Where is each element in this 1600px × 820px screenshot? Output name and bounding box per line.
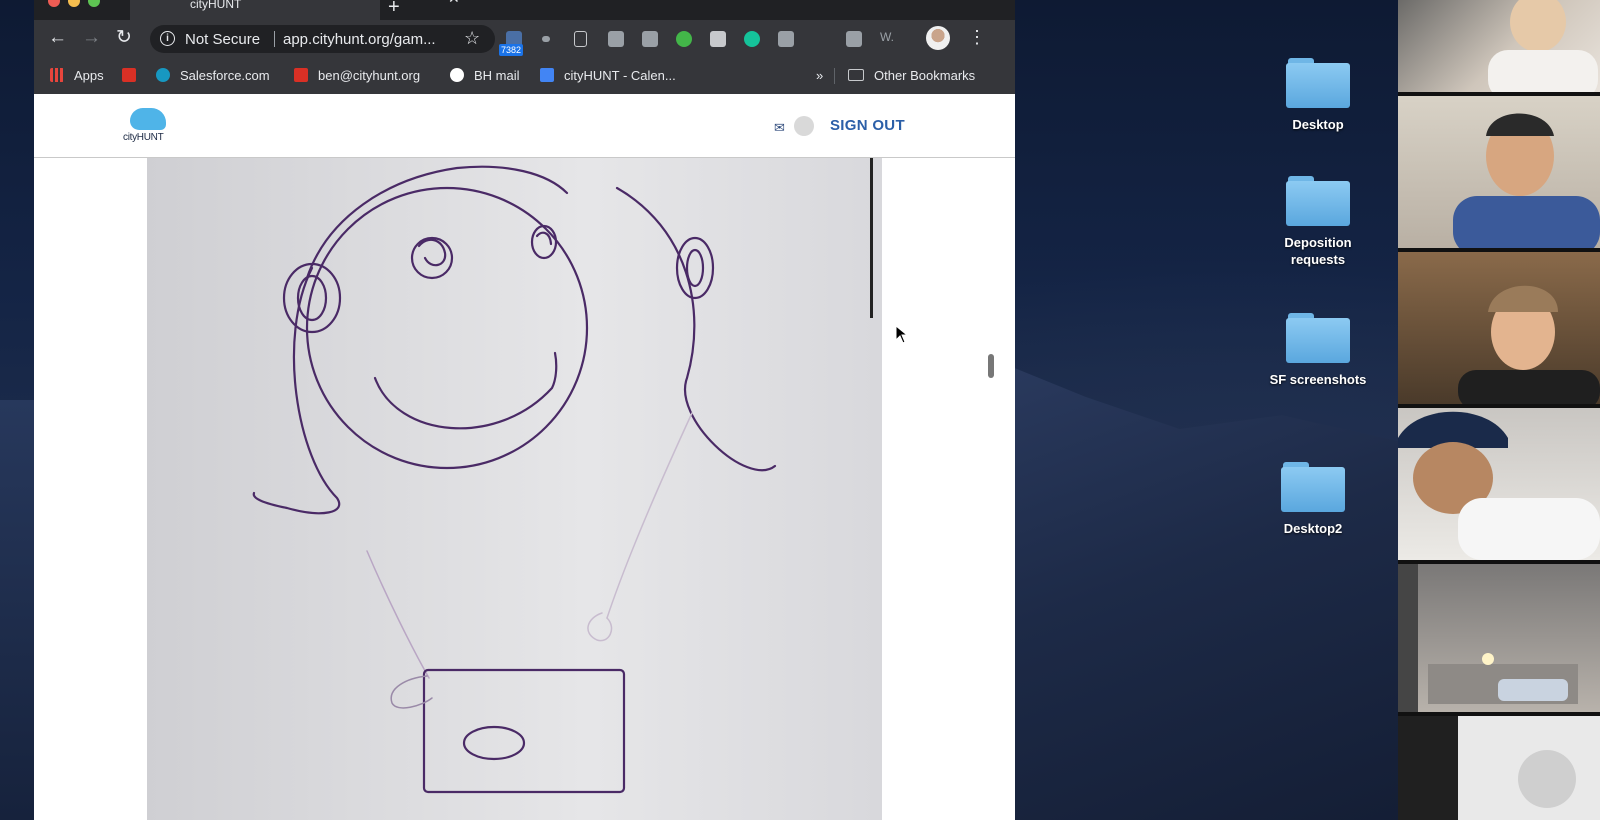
folder-icon xyxy=(848,69,864,81)
bookmarks-divider xyxy=(834,68,835,84)
folder-icon xyxy=(1286,176,1350,226)
desktop-folder-desktop2[interactable]: Desktop2 xyxy=(1253,462,1373,537)
browser-toolbar: ← → ↻ i Not Secure app.cityhunt.org/gam.… xyxy=(34,20,1015,58)
grammarly-icon[interactable] xyxy=(744,31,760,47)
bookmark-label: Apps xyxy=(74,68,104,83)
bookmark-label: ben@cityhunt.org xyxy=(318,68,421,83)
extension-badge: 7382 xyxy=(499,44,524,56)
site-logo-text: cityHUNT xyxy=(123,132,164,143)
bookmarks-overflow-button[interactable]: » xyxy=(816,68,823,83)
extension-icon[interactable] xyxy=(642,31,658,47)
participant-video-tile[interactable] xyxy=(1398,96,1600,248)
wallpaper-dune xyxy=(995,360,1405,820)
desktop-folder-label: SF screenshots xyxy=(1269,372,1367,387)
user-avatar[interactable] xyxy=(794,116,814,136)
salesforce-cloud-icon xyxy=(156,68,170,82)
address-url[interactable]: app.cityhunt.org/gam... xyxy=(283,31,436,48)
page-scrollbar[interactable] xyxy=(988,354,994,378)
mail-extension-icon[interactable] xyxy=(710,31,726,47)
other-bookmarks[interactable]: Other Bookmarks xyxy=(848,68,975,83)
browser-tab[interactable]: cityHUNT ✕ xyxy=(130,0,460,20)
participant-video-tile[interactable] xyxy=(1398,564,1600,712)
forward-arrow-icon[interactable]: → xyxy=(82,28,101,48)
participant-video-icon xyxy=(1453,113,1600,248)
desktop-folder-label: Desktop2 xyxy=(1283,521,1343,536)
bookmark-label: cityHUNT - Calen... xyxy=(564,68,676,83)
tab-title: cityHUNT xyxy=(190,0,242,11)
tab-strip: cityHUNT ✕ + xyxy=(34,0,1015,20)
browser-window: cityHUNT ✕ + ← → ↻ i Not Secure app.city… xyxy=(34,0,1015,820)
new-tab-button[interactable]: + xyxy=(388,0,400,19)
folder-icon xyxy=(1286,58,1350,108)
bookmark-apps[interactable]: Apps xyxy=(50,68,104,83)
close-icon[interactable]: ✕ xyxy=(448,0,460,7)
hand-drawn-sketch xyxy=(252,165,777,794)
other-bookmarks-label: Other Bookmarks xyxy=(874,68,976,83)
gmail-icon xyxy=(294,68,308,82)
address-separator xyxy=(274,31,275,47)
info-icon[interactable]: i xyxy=(160,31,175,46)
desktop-folder-desktop[interactable]: Desktop xyxy=(1258,58,1378,133)
bookmark-label: BH mail xyxy=(474,68,520,83)
extension-icon[interactable] xyxy=(542,36,550,42)
bookmark-salesforce[interactable]: Salesforce.com xyxy=(156,68,270,83)
menu-kebab-icon[interactable]: ⋮ xyxy=(968,27,986,48)
bookmark-star-icon[interactable]: ☆ xyxy=(464,28,480,49)
gmail-icon xyxy=(122,68,136,82)
sign-out-link[interactable]: SIGN OUT xyxy=(830,117,905,134)
paper-edge xyxy=(870,158,880,318)
google-g-icon xyxy=(450,68,464,82)
bookmark-gmail-unread[interactable] xyxy=(122,68,146,83)
minimize-window-button[interactable] xyxy=(68,0,80,7)
participant-video-tile[interactable] xyxy=(1398,252,1600,404)
participant-video-tile[interactable] xyxy=(1398,716,1600,820)
bookmarks-bar: Apps Salesforce.com ben@cityhunt.org BH … xyxy=(34,58,1015,95)
desktop-folder-deposition-requests[interactable]: Deposition requests xyxy=(1258,176,1378,268)
google-calendar-icon xyxy=(540,68,554,82)
submitted-drawing-photo xyxy=(147,158,882,820)
participant-video-tile[interactable] xyxy=(1398,0,1600,92)
bookmark-bh-mail[interactable]: BH mail xyxy=(450,68,520,83)
participant-video-icon xyxy=(1398,411,1600,560)
folder-icon xyxy=(1286,313,1350,363)
bookmark-ben-mail[interactable]: ben@cityhunt.org xyxy=(294,68,420,83)
participant-video-tile[interactable] xyxy=(1398,408,1600,560)
security-status: Not Secure xyxy=(185,31,261,48)
desktop-folder-label: Deposition requests xyxy=(1284,235,1352,267)
mouse-cursor-icon xyxy=(896,326,908,344)
apps-grid-icon xyxy=(50,68,64,82)
extension-icon[interactable] xyxy=(608,31,624,47)
video-call-strip xyxy=(1398,0,1600,820)
extension-icon[interactable] xyxy=(846,31,862,47)
bookmark-cityhunt-calendar[interactable]: cityHUNT - Calen... xyxy=(540,68,676,83)
rhino-logo-icon[interactable] xyxy=(130,108,166,130)
participant-video-icon xyxy=(1398,564,1578,712)
address-bar[interactable]: i Not Secure app.cityhunt.org/gam... ☆ xyxy=(150,25,495,53)
document-extension-icon[interactable] xyxy=(574,31,587,47)
reload-icon[interactable]: ↻ xyxy=(116,28,132,48)
extension-icon[interactable] xyxy=(676,31,692,47)
maximize-window-button[interactable] xyxy=(88,0,100,7)
site-header: cityHUNT ✉ SIGN OUT xyxy=(34,94,1015,158)
profile-avatar[interactable] xyxy=(926,26,950,50)
back-arrow-icon[interactable]: ← xyxy=(48,28,67,48)
participant-video-icon xyxy=(1488,0,1598,92)
desktop-folder-label: Desktop xyxy=(1292,117,1344,132)
desktop-folder-sf-screenshots[interactable]: SF screenshots xyxy=(1258,313,1378,388)
mail-icon[interactable]: ✉ xyxy=(774,120,785,136)
participant-placeholder-icon xyxy=(1518,750,1576,808)
close-window-button[interactable] xyxy=(48,0,60,7)
folder-icon xyxy=(1281,462,1345,512)
web-page: cityHUNT ✉ SIGN OUT xyxy=(34,94,1015,820)
participant-video-icon xyxy=(1458,285,1600,404)
extension-icon[interactable]: W. xyxy=(880,30,896,46)
extension-icon[interactable] xyxy=(778,31,794,47)
bookmark-label: Salesforce.com xyxy=(180,68,270,83)
